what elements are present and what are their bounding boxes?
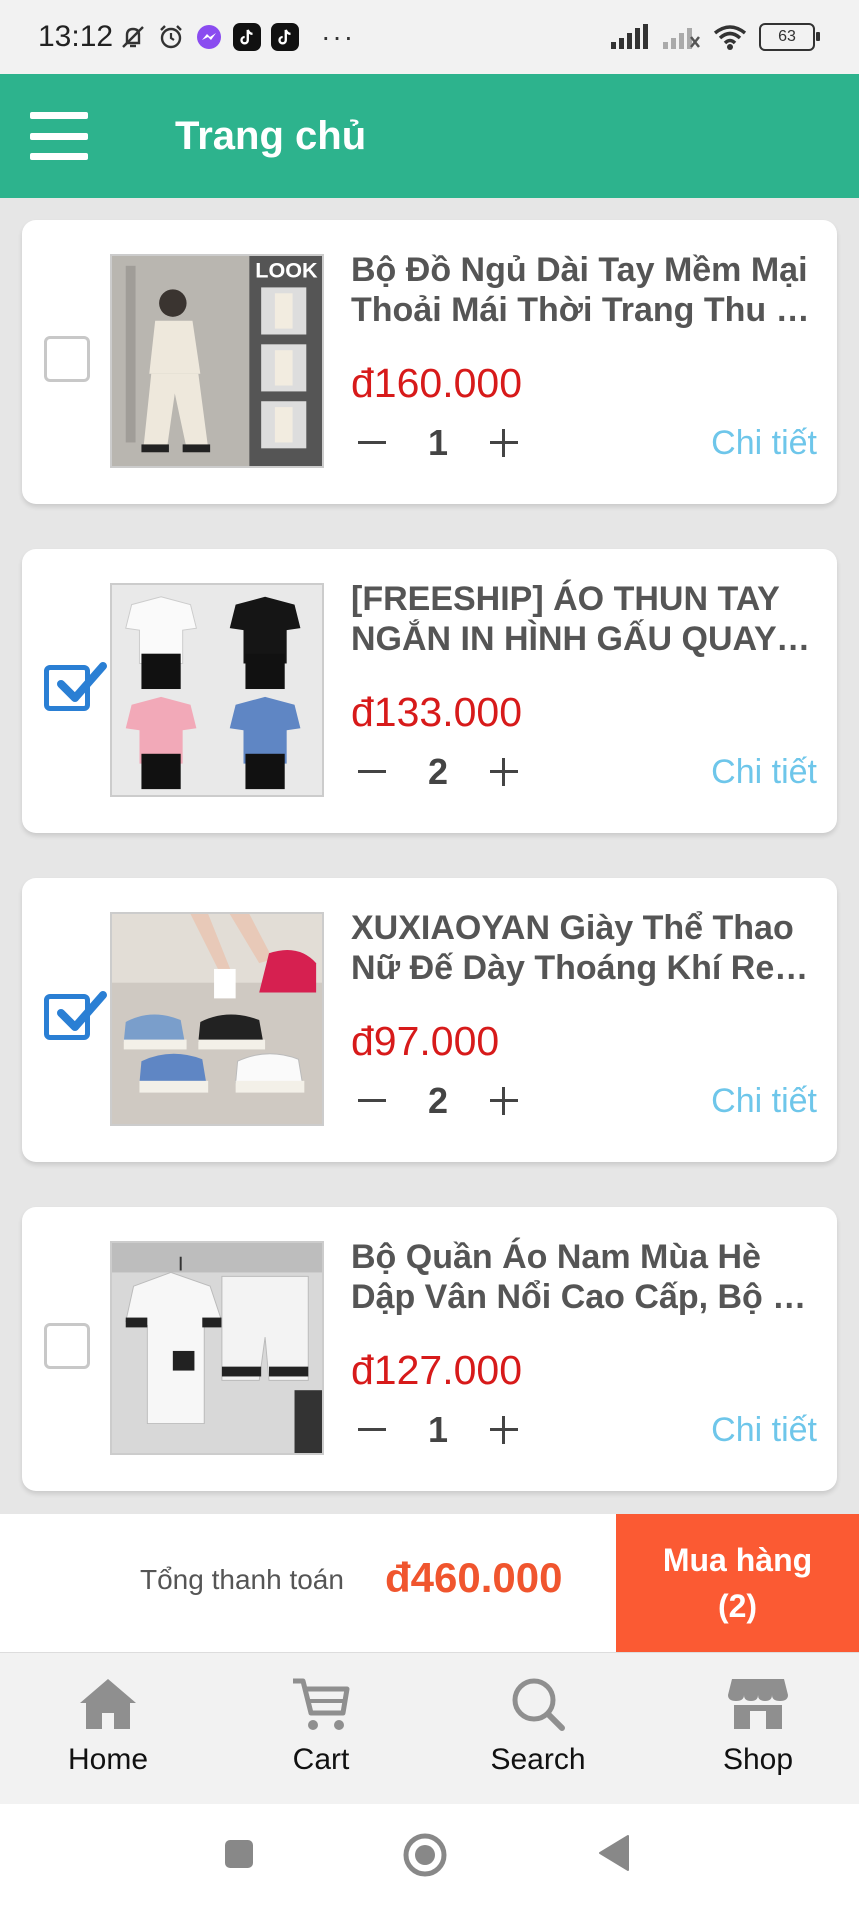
- checkmark-icon: [57, 662, 107, 702]
- quantity-value: 1: [427, 422, 449, 463]
- product-image-sneakers[interactable]: [110, 912, 324, 1126]
- signal-off-icon: [661, 23, 701, 51]
- increase-quantity-button[interactable]: [484, 752, 524, 792]
- detail-link[interactable]: Chi tiết: [711, 753, 817, 792]
- product-image-pajamas[interactable]: LOOK: [110, 254, 324, 468]
- svg-text:LOOK: LOOK: [255, 258, 318, 283]
- wifi-icon: [713, 23, 747, 51]
- buy-button-label: Mua hàng: [662, 1542, 813, 1578]
- alarm-icon: [157, 23, 185, 51]
- bottom-nav: Home Cart Search Shop: [0, 1652, 859, 1805]
- tiktok-icon: [233, 23, 262, 51]
- decrease-quantity-button[interactable]: [352, 423, 392, 463]
- decrease-quantity-button[interactable]: [352, 1081, 392, 1121]
- decrease-quantity-button[interactable]: [352, 752, 392, 792]
- nav-label-cart: Cart: [292, 1743, 350, 1776]
- product-name-line1: XUXIAOYAN Giày Thể Thao: [351, 909, 794, 947]
- product-name[interactable]: Bộ Quần Áo Nam Mùa Hè Dập Vân Nổi Cao Cấ…: [351, 1237, 817, 1317]
- increase-quantity-button[interactable]: [484, 1410, 524, 1450]
- nav-item-search[interactable]: Search: [453, 1675, 623, 1777]
- back-triangle-icon[interactable]: [598, 1834, 630, 1877]
- cart-item: [FREESHIP] ÁO THUN TAY NGẮN IN HÌNH GẤU …: [22, 549, 837, 833]
- product-name-line2: Nữ Đế Dày Thoáng Khí Retr...: [351, 949, 817, 987]
- quantity-value: 2: [427, 1080, 449, 1121]
- status-bar: 13:12 ··· 63: [0, 0, 859, 74]
- product-name-line2: NGẮN IN HÌNH GẤU QUAY L...: [351, 620, 817, 658]
- product-name[interactable]: XUXIAOYAN Giày Thể Thao Nữ Đế Dày Thoáng…: [351, 908, 817, 988]
- product-price: đ160.000: [351, 360, 523, 406]
- product-name-line1: [FREESHIP] ÁO THUN TAY: [351, 580, 780, 618]
- more-dots-icon: ···: [321, 21, 356, 52]
- app-header: Trang chủ: [0, 74, 859, 198]
- cart-item: XUXIAOYAN Giày Thể Thao Nữ Đế Dày Thoáng…: [22, 878, 837, 1162]
- item-checkbox[interactable]: [44, 991, 107, 1040]
- signal-icon: [609, 23, 649, 51]
- home-circle-icon[interactable]: [402, 1832, 448, 1883]
- page-title: Trang chủ: [175, 113, 367, 158]
- cart-icon: [293, 1678, 350, 1730]
- total-label: Tổng thanh toán: [140, 1564, 344, 1595]
- quantity-stepper: 2: [352, 1076, 524, 1126]
- messenger-icon: [195, 23, 223, 51]
- quantity-value: 1: [427, 1409, 449, 1450]
- system-nav-bar: [0, 1804, 859, 1908]
- buy-button[interactable]: Mua hàng (2): [616, 1514, 859, 1652]
- total-value: đ460.000: [385, 1554, 563, 1601]
- product-price: đ97.000: [351, 1018, 500, 1064]
- recents-square-icon[interactable]: [223, 1838, 255, 1875]
- product-image-tshirt-set[interactable]: [110, 583, 324, 797]
- detail-link[interactable]: Chi tiết: [711, 1411, 817, 1450]
- hamburger-menu-icon[interactable]: [30, 112, 88, 160]
- nav-item-shop[interactable]: Shop: [673, 1675, 843, 1777]
- item-checkbox[interactable]: [44, 1323, 90, 1369]
- product-price: đ127.000: [351, 1347, 523, 1393]
- nav-label-home: Home: [67, 1743, 149, 1776]
- increase-quantity-button[interactable]: [484, 1081, 524, 1121]
- quantity-value: 2: [427, 751, 449, 792]
- product-name-line1: Bộ Đồ Ngủ Dài Tay Mềm Mại: [351, 251, 808, 289]
- status-time: 13:12: [38, 20, 114, 53]
- search-icon: [512, 1678, 565, 1731]
- increase-quantity-button[interactable]: [484, 423, 524, 463]
- home-icon: [80, 1679, 136, 1729]
- buy-button-count: (2): [717, 1588, 758, 1624]
- product-name[interactable]: Bộ Đồ Ngủ Dài Tay Mềm Mại Thoải Mái Thời…: [351, 250, 817, 330]
- product-name-line2: Thoải Mái Thời Trang Thu Đ...: [351, 291, 817, 329]
- decrease-quantity-button[interactable]: [352, 1410, 392, 1450]
- product-name[interactable]: [FREESHIP] ÁO THUN TAY NGẮN IN HÌNH GẤU …: [351, 579, 817, 659]
- quantity-stepper: 2: [352, 747, 524, 797]
- cart-item: Bộ Quần Áo Nam Mùa Hè Dập Vân Nổi Cao Cấ…: [22, 1207, 837, 1491]
- checkout-bar: Tổng thanh toán đ460.000 Mua hàng (2): [0, 1514, 859, 1652]
- product-name-line2: Dập Vân Nổi Cao Cấp, Bộ Đ...: [351, 1278, 817, 1316]
- product-price: đ133.000: [351, 689, 523, 735]
- item-checkbox[interactable]: [44, 336, 90, 382]
- mute-bell-icon: [119, 23, 147, 51]
- detail-link[interactable]: Chi tiết: [711, 1082, 817, 1121]
- item-checkbox[interactable]: [44, 662, 107, 711]
- nav-label-shop: Shop: [722, 1743, 794, 1776]
- quantity-stepper: 1: [352, 1405, 524, 1455]
- nav-item-cart[interactable]: Cart: [236, 1675, 406, 1777]
- battery-icon: 63: [759, 23, 820, 51]
- nav-item-home[interactable]: Home: [23, 1675, 193, 1777]
- product-name-line1: Bộ Quần Áo Nam Mùa Hè: [351, 1238, 761, 1276]
- cart-item: LOOK Bộ Đồ Ngủ Dài Tay Mềm Mại Thoải Mái…: [22, 220, 837, 504]
- nav-label-search: Search: [490, 1743, 586, 1776]
- tiktok-icon: [271, 23, 300, 51]
- checkmark-icon: [57, 991, 107, 1031]
- product-image-mens-set[interactable]: [110, 1241, 324, 1455]
- detail-link[interactable]: Chi tiết: [711, 424, 817, 463]
- quantity-stepper: 1: [352, 418, 524, 468]
- shop-icon: [728, 1679, 788, 1729]
